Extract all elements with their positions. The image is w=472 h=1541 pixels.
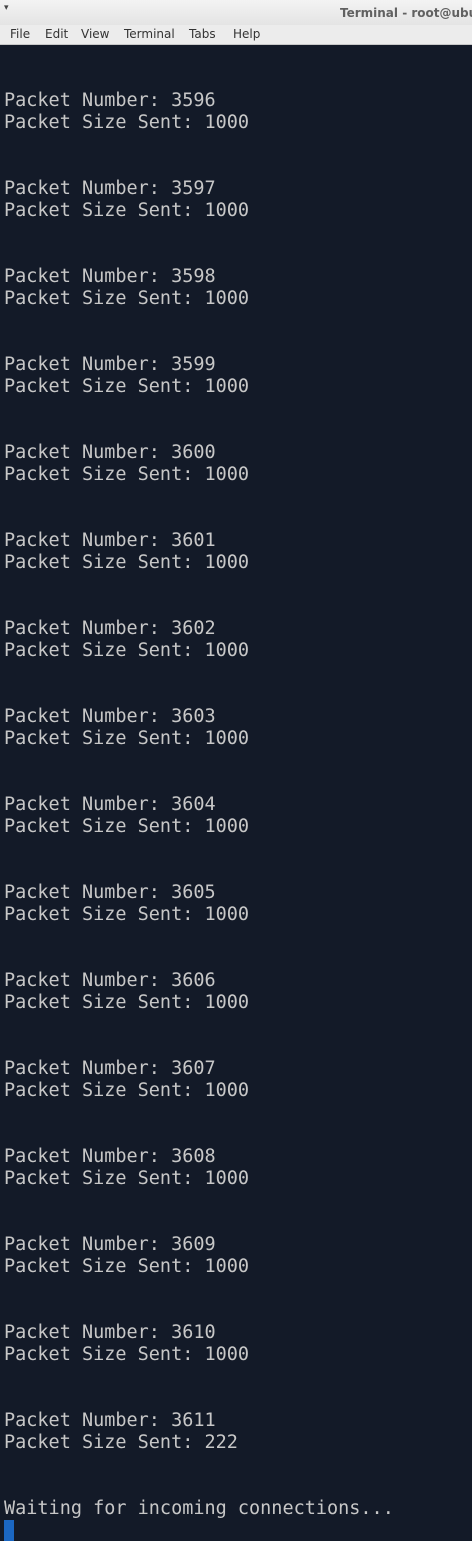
- output-line: Packet Number: 3598: [4, 266, 216, 287]
- output-line: Packet Size Sent: 1000: [4, 1080, 250, 1101]
- output-line: Packet Size Sent: 1000: [4, 112, 250, 133]
- output-line: Packet Size Sent: 1000: [4, 992, 250, 1013]
- output-line: Packet Number: 3603: [4, 706, 216, 727]
- output-line: Packet Number: 3611: [4, 1410, 216, 1431]
- output-line: Packet Number: 3597: [4, 178, 216, 199]
- output-line: Packet Number: 3601: [4, 530, 216, 551]
- menu-view[interactable]: View: [81, 27, 109, 42]
- output-line: Packet Size Sent: 1000: [4, 816, 250, 837]
- menu-edit[interactable]: Edit: [45, 27, 68, 42]
- output-line: Packet Number: 3606: [4, 970, 216, 991]
- output-line: Packet Number: 3605: [4, 882, 216, 903]
- terminal-output[interactable]: Packet Number: 3596 Packet Size Sent: 100…: [0, 45, 472, 1541]
- output-line: Packet Size Sent: 1000: [4, 640, 250, 661]
- menu-help[interactable]: Help: [233, 27, 260, 42]
- output-line: Packet Number: 3604: [4, 794, 216, 815]
- output-line: Packet Size Sent: 1000: [4, 552, 250, 573]
- menu-bar: File Edit View Terminal Tabs Help: [0, 25, 472, 45]
- output-line: Packet Number: 3596: [4, 90, 216, 111]
- window-title: Terminal - root@ubu: [340, 6, 472, 20]
- output-line: Packet Size Sent: 1000: [4, 376, 250, 397]
- output-line: Packet Size Sent: 1000: [4, 464, 250, 485]
- title-bar[interactable]: ▾ Terminal - root@ubu: [0, 0, 472, 25]
- menu-terminal[interactable]: Terminal: [124, 27, 175, 42]
- output-line: Packet Size Sent: 1000: [4, 728, 250, 749]
- text-cursor: [4, 1520, 14, 1541]
- menu-file[interactable]: File: [10, 27, 30, 42]
- output-line: Packet Number: 3599: [4, 354, 216, 375]
- output-line: Packet Size Sent: 1000: [4, 200, 250, 221]
- output-line: Packet Number: 3609: [4, 1234, 216, 1255]
- output-line: Packet Size Sent: 1000: [4, 1344, 250, 1365]
- window-menu-chevron-icon[interactable]: ▾: [4, 3, 14, 13]
- output-line: Packet Number: 3600: [4, 442, 216, 463]
- output-line: Packet Size Sent: 222: [4, 1432, 238, 1453]
- output-line: Packet Number: 3607: [4, 1058, 216, 1079]
- output-line: Packet Number: 3602: [4, 618, 216, 639]
- menu-tabs[interactable]: Tabs: [189, 27, 216, 42]
- output-line: Packet Size Sent: 1000: [4, 1168, 250, 1189]
- terminal-window: ▾ Terminal - root@ubu File Edit View Ter…: [0, 0, 472, 1541]
- status-line: Waiting for incoming connections...: [4, 1498, 394, 1519]
- output-line: Packet Number: 3610: [4, 1322, 216, 1343]
- output-line: Packet Size Sent: 1000: [4, 904, 250, 925]
- output-line: Packet Number: 3608: [4, 1146, 216, 1167]
- output-line: Packet Size Sent: 1000: [4, 288, 250, 309]
- output-line: Packet Size Sent: 1000: [4, 1256, 250, 1277]
